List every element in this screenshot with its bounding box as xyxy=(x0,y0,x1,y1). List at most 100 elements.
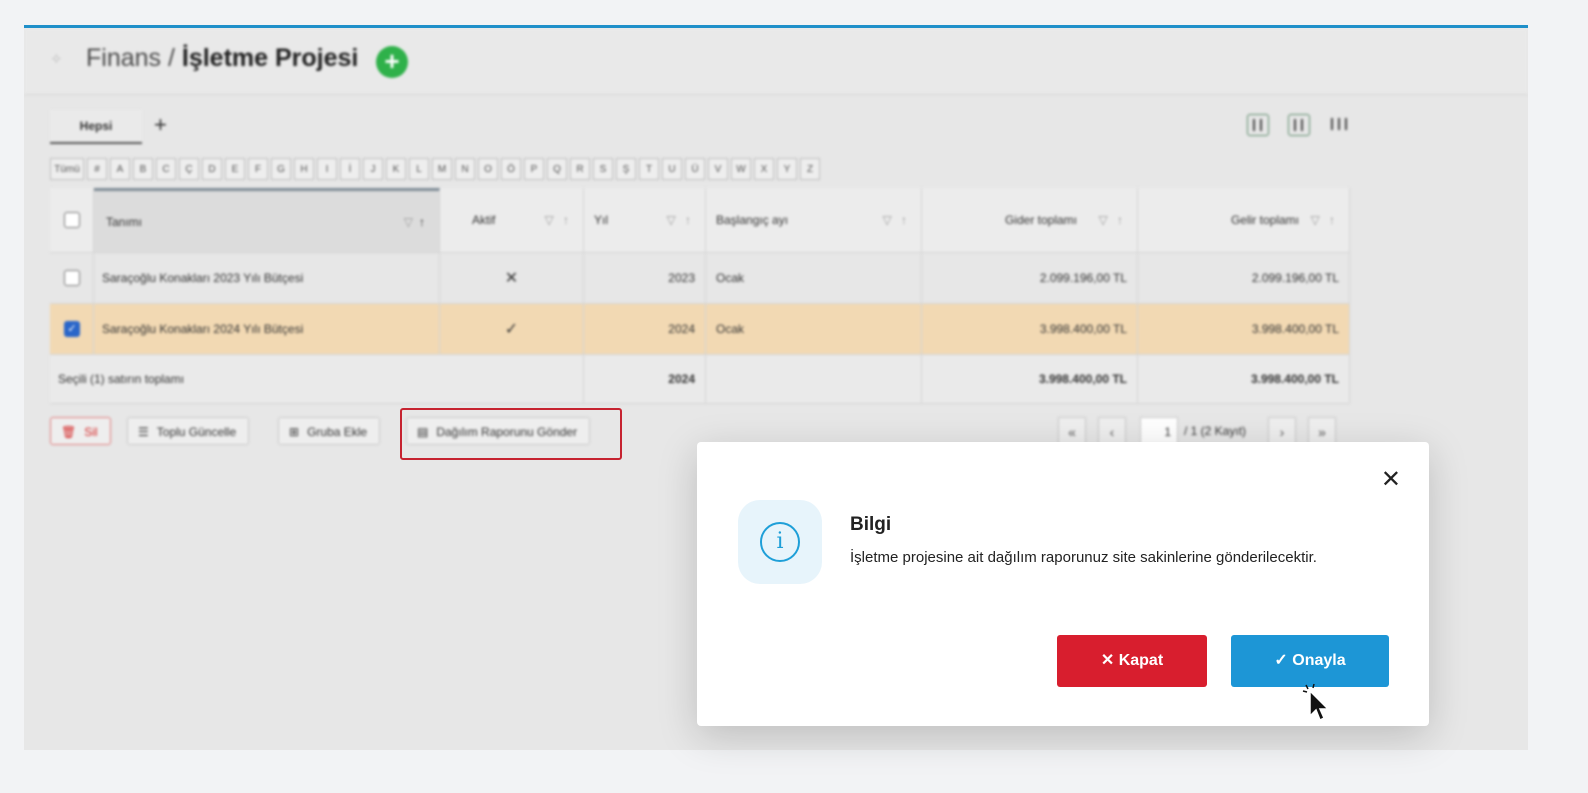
letter-filter[interactable]: N xyxy=(455,158,475,180)
add-tab-icon[interactable]: + xyxy=(154,110,167,140)
row-year: 2024 xyxy=(668,322,695,336)
column-header-active[interactable]: Aktif ▽ ↑ xyxy=(440,188,584,252)
select-all-cell xyxy=(50,188,94,252)
info-icon: i xyxy=(760,522,800,562)
column-header-name[interactable]: Tanımı ▽ ↑ xyxy=(94,188,440,252)
letter-filter[interactable]: J xyxy=(363,158,383,180)
letter-filter[interactable]: C xyxy=(156,158,176,180)
letter-filter[interactable]: P xyxy=(524,158,544,180)
row-checkbox[interactable] xyxy=(64,270,80,286)
filter-sort-icons[interactable]: ▽ ↑ xyxy=(1310,213,1335,227)
row-name: Saraçoğlu Konakları 2024 Yılı Bütçesi xyxy=(102,322,304,336)
letter-filter[interactable]: İ xyxy=(340,158,360,180)
onayla-label: Onayla xyxy=(1292,652,1346,669)
column-label: Gider toplamı xyxy=(1004,213,1077,227)
column-header-expense[interactable]: Gider toplamı ▽ ↑ xyxy=(922,188,1138,252)
add-group-label: Gruba Ekle xyxy=(307,425,368,439)
letter-filter[interactable]: Z xyxy=(800,158,820,180)
dialog-message: İşletme projesine ait dağılım raporunuz … xyxy=(850,549,1317,566)
letter-filter[interactable]: D xyxy=(202,158,222,180)
filter-sort-icons[interactable]: ▽ ↑ xyxy=(882,213,907,227)
letter-filter[interactable]: X xyxy=(754,158,774,180)
add-to-group-button[interactable]: ⊞ Gruba Ekle xyxy=(278,417,381,445)
bulk-update-button[interactable]: ☰ Toplu Güncelle xyxy=(127,417,250,445)
check-icon: ✓ xyxy=(1274,652,1293,669)
breadcrumb-section: Finans / xyxy=(86,44,175,72)
summary-row: Seçili (1) satırın toplamı 2024 3.998.40… xyxy=(50,355,1350,404)
letter-filter[interactable]: M xyxy=(432,158,452,180)
letter-filter[interactable]: T xyxy=(639,158,659,180)
trash-icon: 🗑 xyxy=(61,425,77,439)
letter-filter[interactable]: Y xyxy=(777,158,797,180)
list-icon: ☰ xyxy=(138,425,149,439)
filter-sort-icons[interactable]: ▽ ↑ xyxy=(666,213,691,227)
row-checkbox-checked[interactable]: ✓ xyxy=(64,321,80,337)
letter-filter[interactable]: E xyxy=(225,158,245,180)
kapat-button[interactable]: ✕ Kapat xyxy=(1057,635,1207,687)
pin-icon[interactable]: ✧ xyxy=(50,52,66,68)
close-icon[interactable]: ✕ xyxy=(1381,468,1401,492)
column-label: Yıl xyxy=(594,213,609,227)
row-expense: 3.998.400,00 TL xyxy=(1039,322,1127,336)
column-header-start-month[interactable]: Başlangıç ayı ▽ ↑ xyxy=(706,188,922,252)
row-year: 2023 xyxy=(668,271,695,285)
table-row[interactable]: Saraçoğlu Konakları 2023 Yılı Bütçesi ✕ … xyxy=(50,253,1350,304)
column-header-income[interactable]: Gelir toplamı ▽ ↑ xyxy=(1138,188,1350,252)
letter-filter[interactable]: Ç xyxy=(179,158,199,180)
export-columns-icon[interactable] xyxy=(1247,114,1270,136)
letter-filter[interactable]: Tümü xyxy=(50,158,84,180)
letter-filter[interactable]: O xyxy=(478,158,498,180)
letter-filter[interactable]: Q xyxy=(547,158,567,180)
column-header-year[interactable]: Yıl ▽ ↑ xyxy=(584,188,706,252)
onayla-button[interactable]: ✓ Onayla xyxy=(1231,635,1389,687)
letter-filter[interactable]: V xyxy=(708,158,728,180)
letter-filter[interactable]: H xyxy=(294,158,314,180)
prev-page-button[interactable]: ‹ xyxy=(1098,417,1126,445)
letter-filter[interactable]: G xyxy=(271,158,291,180)
letter-filter[interactable]: W xyxy=(731,158,751,180)
filter-sort-icons[interactable]: ▽ ↑ xyxy=(544,213,569,227)
select-all-checkbox[interactable] xyxy=(64,212,80,228)
next-page-button[interactable]: › xyxy=(1268,417,1296,445)
add-record-button[interactable]: + xyxy=(376,46,408,78)
sliders-icon[interactable] xyxy=(1328,114,1350,136)
letter-filter[interactable]: Ö xyxy=(501,158,521,180)
letter-filter[interactable]: F xyxy=(248,158,268,180)
letter-filter[interactable]: B xyxy=(133,158,153,180)
row-start-month: Ocak xyxy=(716,322,745,336)
row-income: 2.099.196,00 TL xyxy=(1251,271,1339,285)
page-info: / 1 (2 Kayıt) xyxy=(1184,424,1247,438)
last-page-button[interactable]: » xyxy=(1308,417,1336,445)
first-page-button[interactable]: « xyxy=(1058,417,1086,445)
grid-header-row: Tanımı ▽ ↑ Aktif ▽ ↑ Yıl ▽ ↑ Başlangıç ayı ▽ … xyxy=(50,188,1350,253)
column-label: Başlangıç ayı xyxy=(716,213,789,227)
column-label: Tanımı xyxy=(106,214,143,229)
tab-hepsi[interactable]: Hepsi xyxy=(50,110,142,144)
bulk-update-label: Toplu Güncelle xyxy=(156,425,237,439)
letter-filter[interactable]: U xyxy=(662,158,682,180)
row-income: 3.998.400,00 TL xyxy=(1251,322,1339,336)
letter-filter[interactable]: L xyxy=(409,158,429,180)
letter-filter[interactable]: S xyxy=(593,158,613,180)
page-header: ✧ Finans / İşletme Projesi + xyxy=(24,28,1528,95)
import-columns-icon[interactable] xyxy=(1287,114,1310,136)
letter-filter[interactable]: Ü xyxy=(685,158,705,180)
filter-sort-icons[interactable]: ▽ ↑ xyxy=(404,215,425,229)
grid-tools xyxy=(1233,114,1350,138)
page-number-input[interactable]: 1 xyxy=(1140,417,1178,445)
letter-filter[interactable]: A xyxy=(110,158,130,180)
delete-button[interactable]: 🗑 Sil xyxy=(50,417,111,445)
data-grid: Tanımı ▽ ↑ Aktif ▽ ↑ Yıl ▽ ↑ Başlangıç ayı ▽ … xyxy=(50,188,1350,404)
letter-filter[interactable]: # xyxy=(87,158,107,180)
row-start-month: Ocak xyxy=(716,271,745,285)
table-row-selected[interactable]: ✓ Saraçoğlu Konakları 2024 Yılı Bütçesi … xyxy=(50,304,1350,355)
column-label: Aktif xyxy=(472,213,496,227)
dialog-title: Bilgi xyxy=(850,514,892,535)
delete-label: Sil xyxy=(84,425,98,439)
letter-filter[interactable]: I xyxy=(317,158,337,180)
letter-filter[interactable]: Ş xyxy=(616,158,636,180)
filter-sort-icons[interactable]: ▽ ↑ xyxy=(1098,213,1123,227)
letter-filter[interactable]: R xyxy=(570,158,590,180)
column-label: Gelir toplamı xyxy=(1230,213,1299,227)
letter-filter[interactable]: K xyxy=(386,158,406,180)
